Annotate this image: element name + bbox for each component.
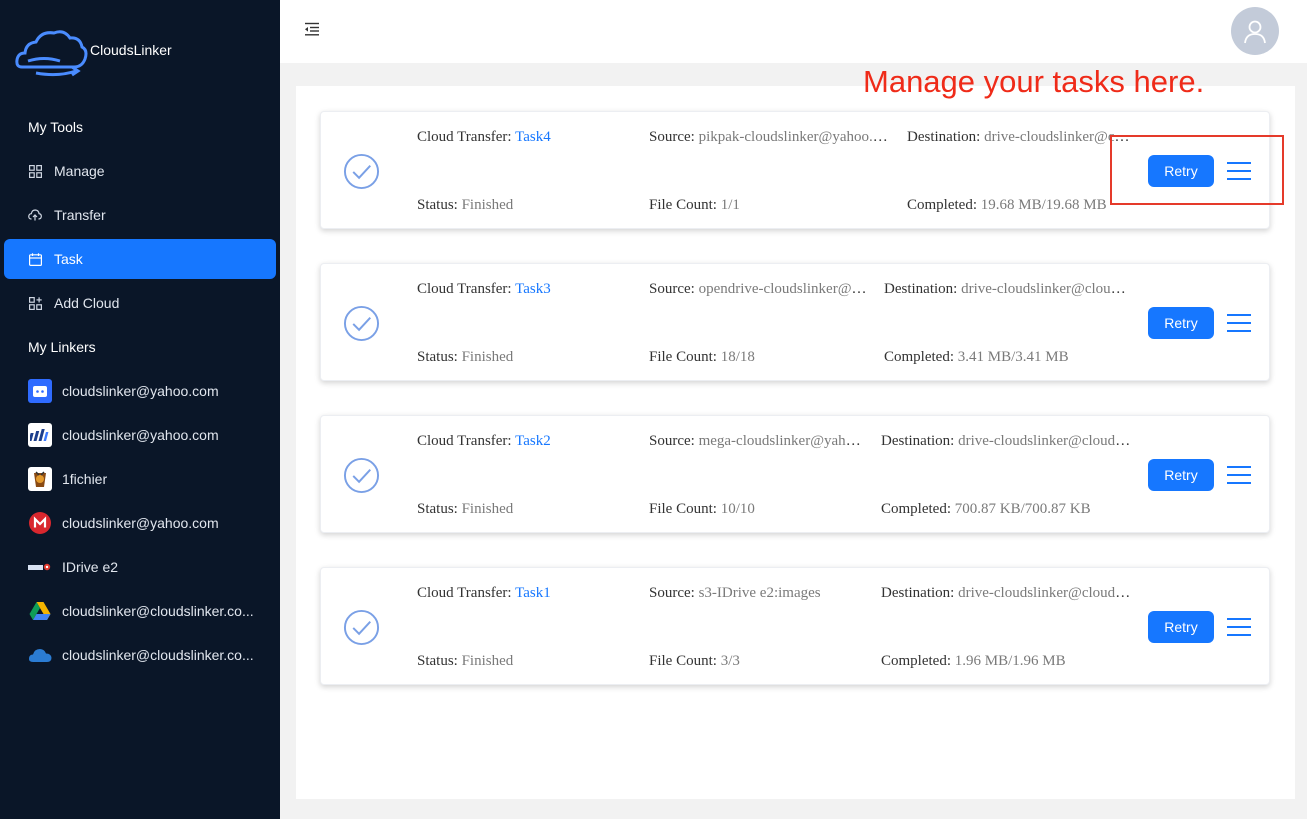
sidebar-item-label: Transfer [54,207,106,223]
linker-pikpak[interactable]: cloudslinker@yahoo.com [28,379,219,403]
check-circle-icon [343,153,380,190]
task-file-count-field: File Count: 10/10 [649,501,755,517]
task-source-field: Source: s3-IDrive e2:images [649,585,821,601]
sidebar-item-transfer[interactable]: Transfer [4,195,276,235]
task-name-link[interactable]: Task4 [515,129,551,145]
task-name-field: Cloud Transfer: Task1 [417,585,551,601]
menu-fold-icon[interactable] [304,22,322,38]
sidebar-item-add-cloud[interactable]: Add Cloud [4,283,276,323]
top-header [280,0,1307,63]
task-name-field: Cloud Transfer: Task2 [417,433,551,449]
linker-onedrive[interactable]: cloudslinker@cloudslinker.co... [28,643,254,667]
sidebar-item-label: Task [54,251,83,267]
my-linkers-heading: My Linkers [28,339,96,355]
apps-add-icon [28,296,42,310]
linker-google-drive[interactable]: cloudslinker@cloudslinker.co... [28,599,254,623]
task-source-field: Source: pikpak-cloudslinker@yahoo.com [649,129,891,145]
task-name-field: Cloud Transfer: Task4 [417,129,551,145]
check-circle-icon [343,457,380,494]
task-menu-icon[interactable] [1227,616,1251,638]
task-completed-field: Completed: 19.68 MB/19.68 MB [907,197,1107,213]
task-destination-field: Destination: drive-cloudslinker@cloudsli… [881,585,1131,601]
task-file-count-field: File Count: 3/3 [649,653,740,669]
linker-mega[interactable]: cloudslinker@yahoo.com [28,511,219,535]
user-avatar[interactable] [1231,7,1279,55]
task-source-field: Source: mega-cloudslinker@yahoo.com [649,433,865,449]
grid-icon [28,164,42,178]
mega-icon [28,511,52,535]
annotation-text: Manage your tasks here. [863,64,1205,99]
task-destination-field: Destination: drive-cloudslinker@cloudsli… [907,129,1131,145]
opendrive-icon [28,423,52,447]
task-destination-field: Destination: drive-cloudslinker@cloudsli… [884,281,1131,297]
sidebar-item-task[interactable]: Task [4,239,276,279]
sidebar-item-label: Add Cloud [54,295,120,311]
task-status-field: Status: Finished [417,197,514,213]
pikpak-icon [28,379,52,403]
task-status-field: Status: Finished [417,349,514,365]
task-file-count-field: File Count: 18/18 [649,349,755,365]
sidebar-item-label: Manage [54,163,105,179]
task-name-link[interactable]: Task2 [515,433,551,449]
retry-button[interactable]: Retry [1148,307,1214,339]
cloud-upload-icon [28,208,42,222]
task-completed-field: Completed: 3.41 MB/3.41 MB [884,349,1069,365]
my-tools-heading: My Tools [28,119,83,135]
linker-1fichier[interactable]: 1fichier [28,467,107,491]
idrive-icon [28,555,52,579]
task-menu-icon[interactable] [1227,464,1251,486]
linker-idrive-e2[interactable]: IDrive e2 [28,555,118,579]
task-destination-field: Destination: drive-cloudslinker@cloudsli… [881,433,1131,449]
task-status-field: Status: Finished [417,501,514,517]
task-menu-icon[interactable] [1227,312,1251,334]
task-file-count-field: File Count: 1/1 [649,197,740,213]
task-name-field: Cloud Transfer: Task3 [417,281,551,297]
task-source-field: Source: opendrive-cloudslinker@yahoo.com [649,281,868,297]
task-card: Cloud Transfer: Task3 Source: opendrive-… [320,263,1270,381]
retry-button[interactable]: Retry [1148,611,1214,643]
task-status-field: Status: Finished [417,653,514,669]
app-name: CloudsLinker [90,42,172,58]
task-name-link[interactable]: Task3 [515,281,551,297]
sidebar-item-manage[interactable]: Manage [4,151,276,191]
task-completed-field: Completed: 700.87 KB/700.87 KB [881,501,1091,517]
task-card: Cloud Transfer: Task1 Source: s3-IDrive … [320,567,1270,685]
retry-button[interactable]: Retry [1148,459,1214,491]
1fichier-icon [28,467,52,491]
linker-opendrive[interactable]: cloudslinker@yahoo.com [28,423,219,447]
task-completed-field: Completed: 1.96 MB/1.96 MB [881,653,1066,669]
check-circle-icon [343,305,380,342]
calendar-icon [28,252,42,266]
task-name-link[interactable]: Task1 [515,585,551,601]
onedrive-icon [28,643,52,667]
sidebar: CloudsLinker My Tools Manage Transfer Ta… [0,0,280,819]
google-drive-icon [28,599,52,623]
cloud-logo-icon [15,30,88,77]
app-logo[interactable]: CloudsLinker [14,22,274,82]
annotation-highlight-box [1110,135,1284,205]
user-icon [1244,20,1266,44]
task-card: Cloud Transfer: Task2 Source: mega-cloud… [320,415,1270,533]
check-circle-icon [343,609,380,646]
